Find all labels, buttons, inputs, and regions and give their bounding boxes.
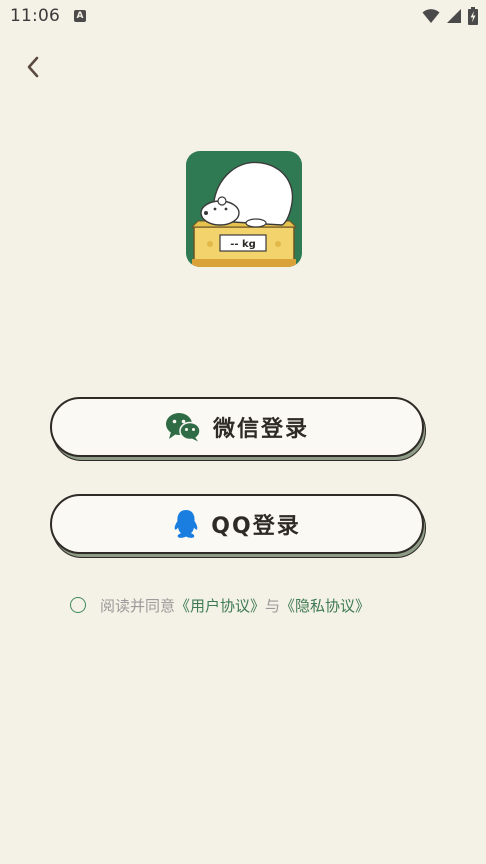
logo-scale-text: -- kg (230, 239, 256, 250)
wechat-login-label: 微信登录 (212, 417, 309, 442)
privacy-policy-link[interactable]: 《隐私协议》 (280, 595, 370, 616)
agreement-checkbox[interactable] (70, 597, 86, 613)
qq-icon (174, 510, 198, 538)
status-time: 11:06 (10, 6, 60, 26)
status-bar: 11:06 A (0, 0, 486, 32)
wifi-icon (422, 9, 440, 23)
wechat-login-button[interactable]: 微信登录 (50, 397, 426, 461)
battery-charging-icon (468, 7, 478, 25)
chevron-left-icon (27, 56, 39, 78)
wechat-icon (165, 413, 201, 442)
agreement-prefix: 阅读并同意 (100, 596, 176, 615)
app-logo: -- kg (186, 151, 302, 267)
agreement-conjunction: 与 (265, 596, 281, 615)
notification-icon: A (74, 10, 86, 22)
status-icons (422, 7, 478, 25)
user-agreement-link[interactable]: 《用户协议》 (175, 595, 265, 616)
qq-login-button[interactable]: QQ登录 (50, 494, 426, 558)
agreement-row: 阅读并同意 《用户协议》 与 《隐私协议》 (70, 594, 370, 616)
qq-login-label: QQ登录 (211, 514, 301, 539)
signal-icon (447, 9, 461, 23)
back-button[interactable] (18, 52, 48, 82)
